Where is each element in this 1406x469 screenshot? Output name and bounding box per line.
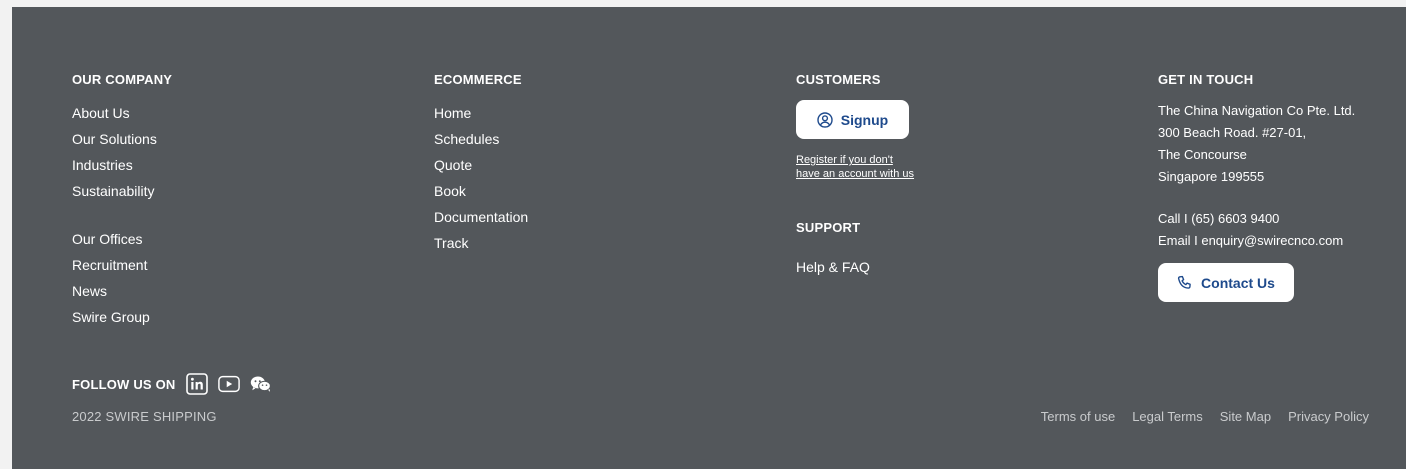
link-privacy-policy[interactable]: Privacy Policy <box>1288 409 1369 424</box>
company-column: OUR COMPANY About Us Our Solutions Indus… <box>72 72 172 330</box>
support-heading: SUPPORT <box>796 220 861 235</box>
phone-icon <box>1177 275 1191 289</box>
address-line: The China Navigation Co Pte. Ltd. <box>1158 103 1356 118</box>
link-home[interactable]: Home <box>434 100 528 126</box>
company-address: The China Navigation Co Pte. Ltd. 300 Be… <box>1158 100 1398 188</box>
follow-label: FOLLOW US ON <box>72 376 176 392</box>
register-link-line1[interactable]: Register if you don't <box>796 153 893 167</box>
link-book[interactable]: Book <box>434 178 528 204</box>
address-line: Singapore 199555 <box>1158 169 1265 184</box>
link-legal-terms[interactable]: Legal Terms <box>1132 409 1203 424</box>
contact-heading: GET IN TOUCH <box>1158 72 1254 87</box>
linkedin-icon[interactable] <box>185 373 208 395</box>
company-heading: OUR COMPANY <box>72 72 173 87</box>
link-recruitment[interactable]: Recruitment <box>72 252 172 278</box>
copyright-text: 2022 SWIRE SHIPPING <box>72 409 217 424</box>
link-help-faq[interactable]: Help & FAQ <box>796 258 870 276</box>
ecommerce-heading: ECOMMERCE <box>434 72 522 87</box>
link-about-us[interactable]: About Us <box>72 100 172 126</box>
link-our-solutions[interactable]: Our Solutions <box>72 126 172 152</box>
link-site-map[interactable]: Site Map <box>1220 409 1271 424</box>
link-documentation[interactable]: Documentation <box>434 204 528 230</box>
contact-us-label: Contact Us <box>1201 274 1275 291</box>
link-track[interactable]: Track <box>434 230 528 256</box>
link-our-offices[interactable]: Our Offices <box>72 226 172 252</box>
legal-links: Terms of use Legal Terms Site Map Privac… <box>1041 409 1369 424</box>
link-industries[interactable]: Industries <box>72 152 172 178</box>
phone-text: Call I (65) 6603 9400 <box>1158 211 1280 226</box>
signup-button[interactable]: Signup <box>796 100 909 139</box>
customers-column: CUSTOMERS Signup Register if you don't h… <box>796 72 996 292</box>
link-schedules[interactable]: Schedules <box>434 126 528 152</box>
follow-us: FOLLOW US ON <box>72 373 272 395</box>
youtube-icon[interactable] <box>217 373 240 395</box>
ecommerce-column: ECOMMERCE Home Schedules Quote Book Docu… <box>434 72 528 256</box>
contact-details: Call I (65) 6603 9400 Email I enquiry@sw… <box>1158 208 1398 252</box>
link-terms-of-use[interactable]: Terms of use <box>1041 409 1115 424</box>
contact-us-button[interactable]: Contact Us <box>1158 263 1294 302</box>
address-line: The Concourse <box>1158 147 1247 162</box>
address-line: 300 Beach Road. #27-01, <box>1158 125 1307 140</box>
email-text: Email I enquiry@swirecnco.com <box>1158 233 1344 248</box>
signup-label: Signup <box>840 111 889 128</box>
customers-heading: CUSTOMERS <box>796 72 881 87</box>
link-sustainability[interactable]: Sustainability <box>72 178 172 204</box>
site-footer: OUR COMPANY About Us Our Solutions Indus… <box>12 7 1406 469</box>
link-quote[interactable]: Quote <box>434 152 528 178</box>
link-swire-group[interactable]: Swire Group <box>72 304 172 330</box>
user-circle-icon <box>817 111 833 128</box>
register-link-line2[interactable]: have an account with us <box>796 167 914 181</box>
contact-column: GET IN TOUCH The China Navigation Co Pte… <box>1158 72 1398 322</box>
link-news[interactable]: News <box>72 278 172 304</box>
wechat-icon[interactable] <box>250 373 272 395</box>
